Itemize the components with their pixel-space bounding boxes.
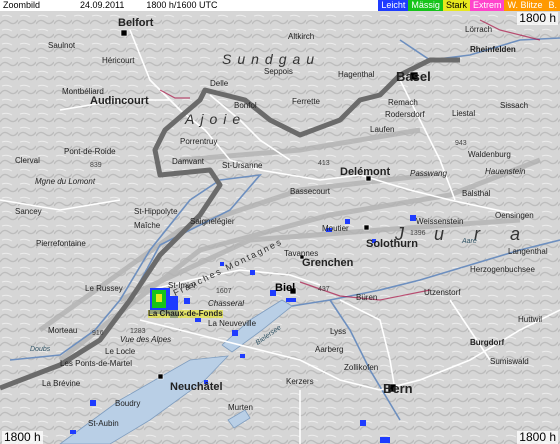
town-laufen: Laufen — [370, 125, 395, 134]
town-clerval: Clerval — [15, 156, 40, 165]
town-sumiswald: Sumiswald — [490, 357, 529, 366]
town-bonfol: Bonfol — [234, 101, 257, 110]
town-langenthal: Langenthal — [508, 247, 548, 256]
town-altkirch: Altkirch — [288, 32, 315, 41]
town-aarberg: Aarberg — [315, 345, 344, 354]
town-st-aubin: St-Aubin — [88, 419, 119, 428]
town-boudry: Boudry — [115, 399, 141, 408]
town-remach: Remach — [388, 98, 418, 107]
peak-chasseral: Chasseral — [208, 299, 245, 308]
pass-hauenstein: Hauenstein — [485, 167, 526, 176]
city-belfort: Belfort — [118, 17, 154, 29]
town-morteau: Morteau — [48, 326, 78, 335]
town-bassecourt: Bassecourt — [290, 187, 331, 196]
town-kerzers: Kerzers — [286, 377, 314, 386]
town-hagenthal: Hagenthal — [338, 70, 375, 79]
legend-item-m-ssig: Mässig — [408, 0, 443, 11]
region-sundgau: Sundgau — [222, 51, 321, 67]
town-moutier: Moutier — [322, 224, 349, 233]
river-label-doubs: Doubs — [30, 346, 51, 353]
corner-label-bottom-right: 1800 h — [517, 430, 558, 444]
town-delle: Delle — [210, 79, 229, 88]
town-burgdorf: Burgdorf — [470, 338, 505, 347]
legend-item-w-blitze: W. Blitze — [504, 0, 546, 11]
altitude-943: 943 — [455, 140, 467, 147]
corner-label-bottom-left: 1800 h — [2, 430, 43, 444]
town-montbeliard: Montbéliard — [62, 87, 104, 96]
town-tavannes: Tavannes — [284, 249, 319, 258]
pass-vue-des-alpes: Vue des Alpes — [120, 335, 172, 344]
town-weissenstein: Weissenstein — [416, 217, 464, 226]
town-hericourt: Héricourt — [102, 56, 135, 65]
town-la-brevine: La Brévine — [42, 379, 81, 388]
town-saulnot: Saulnot — [48, 41, 76, 50]
town-ferrette: Ferrette — [292, 97, 321, 106]
town-rodersdorf: Rodersdorf — [385, 110, 425, 119]
town-pont-de-roide: Pont-de-Roide — [64, 147, 116, 156]
town-murten: Murten — [228, 403, 253, 412]
legend-item-b-: B. — [545, 0, 560, 11]
altitude-839: 839 — [90, 162, 102, 169]
town-seppois: Seppois — [264, 67, 293, 76]
town-la-chaux-de-fonds: La Chaux-de-Fonds — [148, 309, 223, 318]
pass-passwang: Passwang — [410, 169, 447, 178]
town-le-locle: Le Locle — [105, 347, 136, 356]
town-saignelegier: Saignelégier — [190, 217, 235, 226]
town-oensingen: Oensingen — [495, 211, 534, 220]
altitude-437: 437 — [318, 286, 330, 293]
header-time-range: 1800 h/1600 UTC — [146, 0, 218, 10]
city-audincourt: Audincourt — [90, 95, 149, 107]
town-huttwil: Huttwil — [518, 315, 543, 324]
town-buren: Büren — [356, 293, 378, 302]
town-porrentruy: Porrentruy — [180, 137, 218, 146]
legend-item-stark: Stark — [442, 0, 470, 11]
city-neuchatel: Neuchâtel — [170, 381, 223, 393]
town-damvant: Damvant — [172, 157, 205, 166]
region-mgne-du-lomont: Mgne du Lomont — [35, 177, 96, 186]
town-maiche: Maîche — [134, 221, 161, 230]
altitude-916: 916 — [92, 330, 104, 337]
town-st-hippolyte: St-Hippolyte — [134, 207, 178, 216]
legend-item-extrem: Extrem — [469, 0, 505, 11]
town-zollikofen: Zollikofen — [344, 363, 379, 372]
altitude-413: 413 — [318, 160, 330, 167]
legend-item-leicht: Leicht — [378, 0, 409, 11]
town-pierrefontaine: Pierrefontaine — [36, 239, 86, 248]
header-title: Zoombild — [3, 0, 41, 10]
town-sissach: Sissach — [500, 101, 529, 110]
town-rheinfelden: Rheinfelden — [470, 45, 516, 54]
town-lorrach: Lörrach — [465, 25, 493, 34]
town-herzogenbuchsee: Herzogenbuchsee — [470, 265, 535, 274]
city-basel: Basel — [396, 69, 431, 84]
town-les-ponts: Les Ponts-de-Martel — [60, 359, 133, 368]
altitude-1396: 1396 — [410, 230, 426, 237]
city-delemont: Delémont — [340, 166, 391, 178]
header-date: 24.09.2011 — [80, 0, 125, 10]
altitude-1283: 1283 — [130, 328, 146, 335]
header-bar: Zoombild 24.09.2011 1800 h/1600 UTC Leic… — [0, 0, 560, 11]
town-lyss: Lyss — [330, 327, 347, 336]
town-le-russey: Le Russey — [85, 284, 123, 293]
town-waldenburg: Waldenburg — [468, 150, 511, 159]
city-solothurn: Solothurn — [366, 238, 418, 250]
corner-label-top-right: 1800 h — [517, 11, 558, 25]
town-st-ursanne: St-Ursanne — [222, 161, 263, 170]
town-la-neuveville: La Neuveville — [208, 319, 257, 328]
town-liestal: Liestal — [452, 109, 476, 118]
town-utzenstorf: Utzenstorf — [424, 288, 461, 297]
town-sancey: Sancey — [15, 207, 42, 216]
precipitation-legend: Leicht Mässig Stark Extrem W. Blitze B. — [378, 0, 560, 11]
river-label-aare: Aare — [462, 238, 477, 245]
city-bern: Bern — [383, 381, 413, 396]
map-view[interactable]: Sundgau Ajoie Franches Montagnes Jura Mg… — [0, 0, 560, 444]
city-grenchen: Grenchen — [302, 257, 354, 269]
region-ajoie: Ajoie — [185, 111, 247, 127]
town-balsthal: Balsthal — [462, 189, 491, 198]
altitude-1607: 1607 — [216, 288, 232, 295]
town-st-imier: St-Imier — [168, 281, 196, 290]
city-biel: Biel — [275, 282, 296, 294]
